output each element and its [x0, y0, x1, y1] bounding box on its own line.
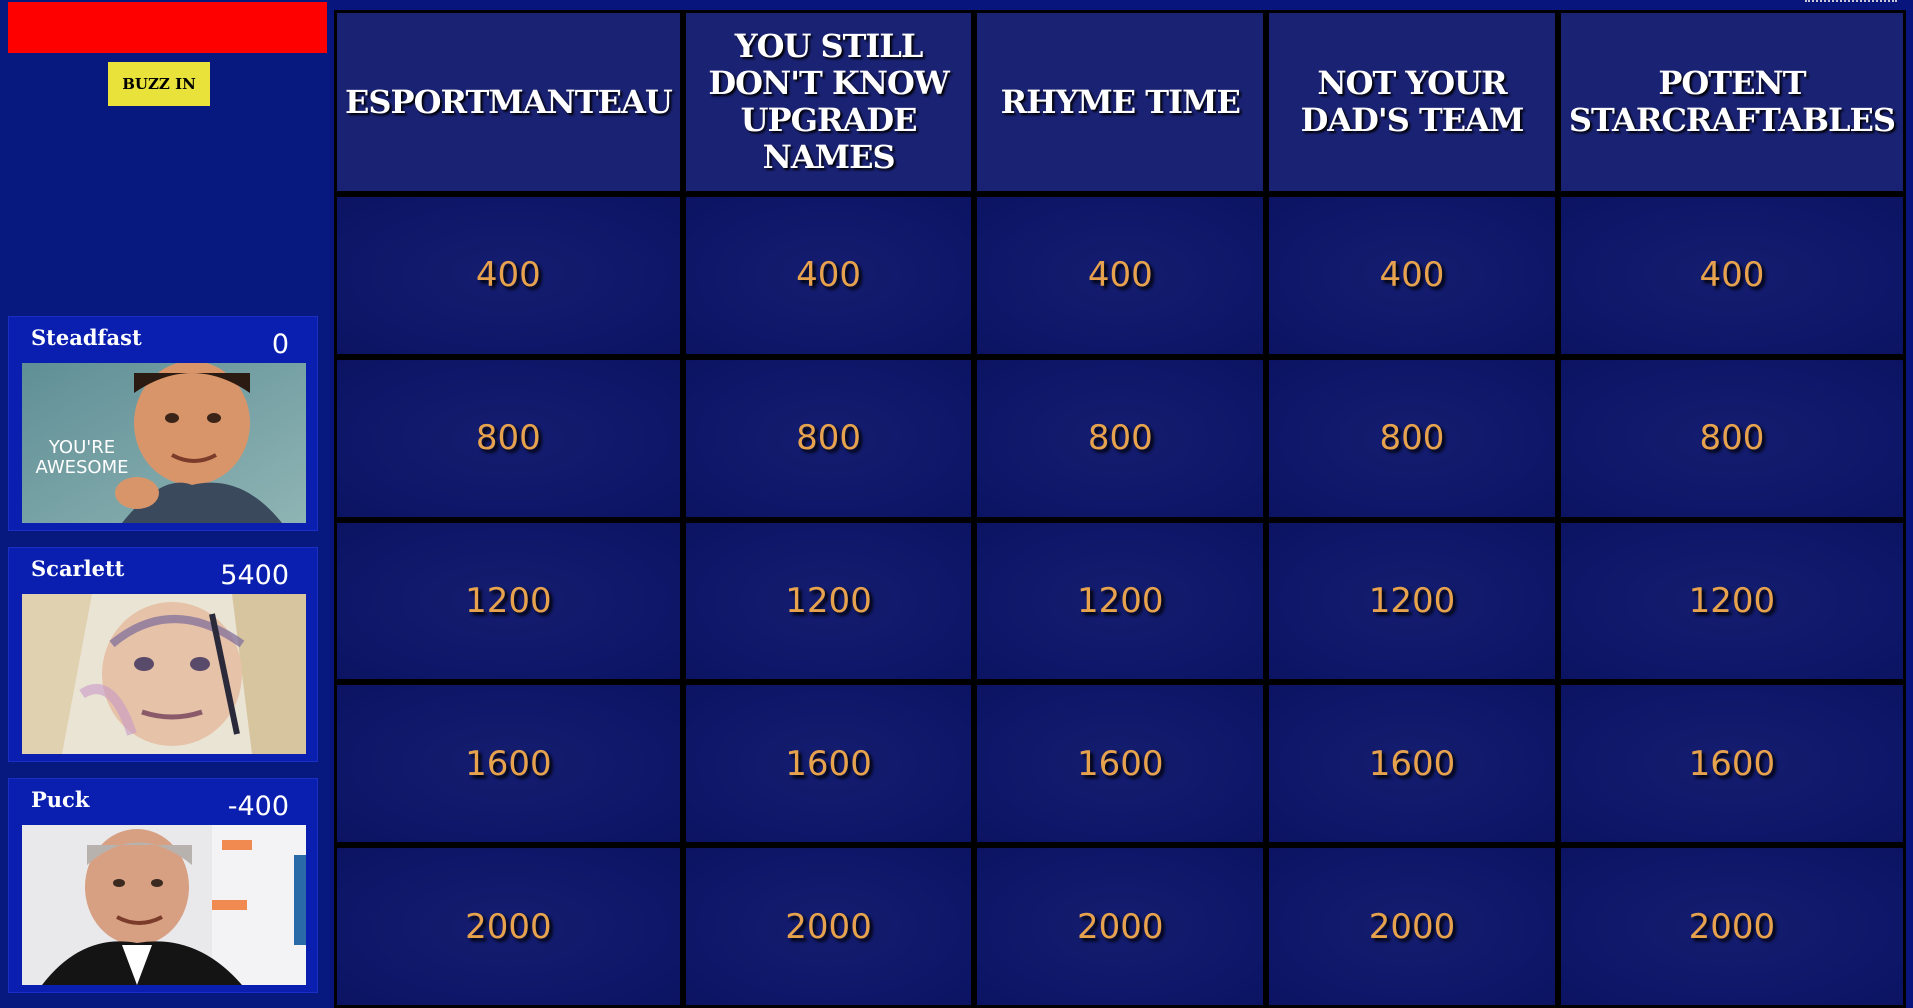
- player-name: Steadfast: [31, 325, 142, 350]
- player-score: 0: [271, 329, 289, 360]
- clue-cell[interactable]: 1600: [337, 685, 680, 843]
- player-avatar: [22, 825, 306, 985]
- player-name: Scarlett: [31, 556, 125, 581]
- player-sidebar: BUZZ IN Steadfast 0 YOU'RE AWESOME Scarl…: [0, 0, 330, 1008]
- clue-cell[interactable]: 2000: [337, 848, 680, 1005]
- category-header: NOT YOUR DAD'S TEAM: [1269, 13, 1555, 191]
- clue-cell[interactable]: 1200: [337, 522, 680, 680]
- photo-caption-line-1: YOU'RE: [48, 437, 115, 458]
- player-avatar: [22, 594, 306, 754]
- buzz-indicator-bar: [8, 2, 327, 53]
- player-card-scarlett: Scarlett 5400: [8, 547, 318, 762]
- clue-cell[interactable]: 1200: [977, 522, 1264, 680]
- clue-cell[interactable]: 2000: [685, 848, 972, 1005]
- player-avatar: YOU'RE AWESOME: [22, 363, 306, 523]
- clue-cell[interactable]: 1600: [685, 685, 972, 843]
- category-header: ESPORTMANTEAU: [337, 13, 680, 191]
- clue-cell[interactable]: 1600: [977, 685, 1264, 843]
- clue-cell[interactable]: 400: [977, 197, 1264, 354]
- player-score: -400: [227, 791, 289, 822]
- player-card-puck: Puck -400: [8, 778, 318, 993]
- category-header: YOU STILL DON'T KNOW UPGRADE NAMES: [685, 13, 972, 191]
- clue-cell[interactable]: 2000: [1560, 848, 1903, 1005]
- clue-cell[interactable]: 800: [685, 359, 972, 517]
- clue-cell[interactable]: 2000: [1269, 848, 1555, 1005]
- clue-cell[interactable]: 800: [1560, 359, 1903, 517]
- clue-cell[interactable]: 1200: [1269, 522, 1555, 680]
- clue-cell[interactable]: 800: [1269, 359, 1555, 517]
- clue-cell[interactable]: 800: [977, 359, 1264, 517]
- top-dotted-line: [1805, 0, 1897, 4]
- category-header: RHYME TIME: [977, 13, 1264, 191]
- clue-cell[interactable]: 400: [1560, 197, 1903, 354]
- clue-cell[interactable]: 1200: [1560, 522, 1903, 680]
- player-score: 5400: [220, 560, 289, 591]
- clue-cell[interactable]: 400: [337, 197, 680, 354]
- clue-cell[interactable]: 1200: [685, 522, 972, 680]
- player-name: Puck: [31, 787, 90, 812]
- clue-cell[interactable]: 1600: [1269, 685, 1555, 843]
- clue-cell[interactable]: 2000: [977, 848, 1264, 1005]
- game-screen: BUZZ IN Steadfast 0 YOU'RE AWESOME Scarl…: [0, 0, 1913, 1008]
- clue-cell[interactable]: 800: [337, 359, 680, 517]
- clue-cell[interactable]: 1600: [1560, 685, 1903, 843]
- buzz-in-button[interactable]: BUZZ IN: [108, 62, 210, 106]
- photo-caption-line-2: AWESOME: [36, 457, 129, 478]
- player-card-steadfast: Steadfast 0 YOU'RE AWESOME: [8, 316, 318, 531]
- game-board: ESPORTMANTEAU YOU STILL DON'T KNOW UPGRA…: [334, 10, 1906, 1008]
- clue-cell[interactable]: 400: [685, 197, 972, 354]
- clue-cell[interactable]: 400: [1269, 197, 1555, 354]
- category-header: POTENT STARCRAFTABLES: [1560, 13, 1903, 191]
